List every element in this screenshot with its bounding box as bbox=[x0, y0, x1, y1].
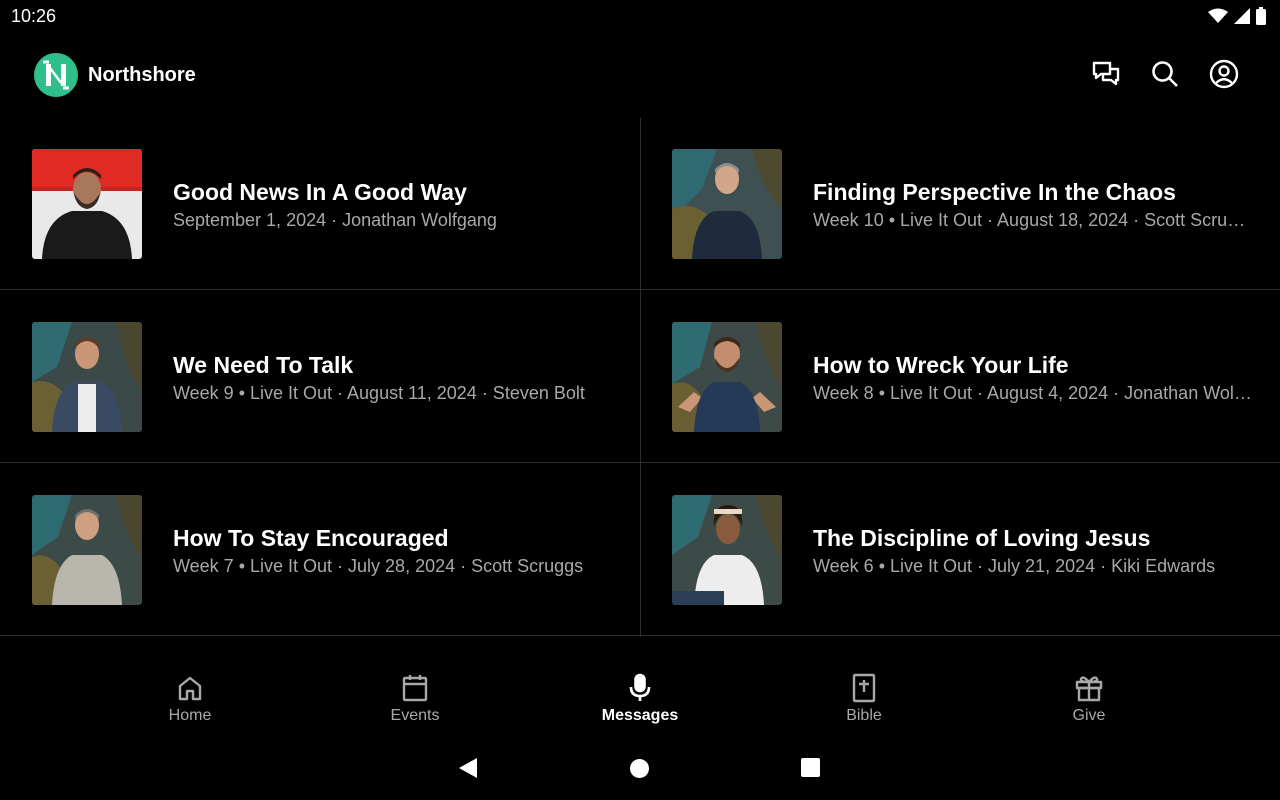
message-meta: Week 6 • Live It Out · July 21, 2024 · K… bbox=[813, 556, 1216, 576]
row-divider bbox=[0, 462, 1280, 463]
chat-button[interactable] bbox=[1090, 58, 1122, 90]
message-title: How to Wreck Your Life bbox=[813, 352, 1069, 378]
account-button[interactable] bbox=[1208, 58, 1240, 90]
message-thumbnail bbox=[32, 322, 142, 432]
search-button[interactable] bbox=[1149, 58, 1181, 90]
message-title: How To Stay Encouraged bbox=[173, 525, 449, 551]
nav-events[interactable]: Events bbox=[355, 673, 475, 725]
nav-label: Bible bbox=[846, 707, 882, 724]
messages-grid: Good News In A Good Way September 1, 202… bbox=[0, 118, 1280, 637]
message-thumbnail bbox=[672, 322, 782, 432]
system-recents-button[interactable] bbox=[800, 757, 821, 783]
row-divider bbox=[0, 289, 1280, 290]
message-meta: September 1, 2024 · Jonathan Wolfgang bbox=[173, 210, 497, 230]
nav-home[interactable]: Home bbox=[130, 673, 250, 725]
nav-label: Home bbox=[168, 707, 212, 724]
northshore-logo[interactable] bbox=[34, 53, 78, 97]
message-card[interactable]: We Need To Talk Week 9 • Live It Out · A… bbox=[0, 291, 640, 463]
message-card[interactable]: The Discipline of Loving Jesus Week 6 • … bbox=[640, 464, 1280, 636]
account-icon bbox=[1209, 59, 1239, 89]
message-thumbnail bbox=[32, 495, 142, 605]
calendar-icon bbox=[402, 675, 428, 702]
message-thumbnail bbox=[32, 149, 142, 259]
message-meta: Week 10 • Live It Out · August 18, 2024 … bbox=[813, 210, 1253, 230]
message-card[interactable]: Good News In A Good Way September 1, 202… bbox=[0, 118, 640, 290]
nav-messages[interactable]: Messages bbox=[580, 673, 700, 725]
wifi-icon bbox=[1208, 8, 1228, 23]
home-circle-icon bbox=[630, 759, 649, 778]
app-name: Northshore bbox=[88, 64, 196, 86]
app-bar: Northshore bbox=[0, 34, 1280, 118]
message-title: The Discipline of Loving Jesus bbox=[813, 525, 1151, 551]
battery-icon bbox=[1256, 7, 1266, 25]
status-bar: 10:26 bbox=[0, 0, 1280, 34]
chat-icon bbox=[1092, 61, 1120, 86]
microphone-icon bbox=[629, 673, 651, 701]
signal-icon bbox=[1234, 8, 1250, 24]
message-meta: Week 8 • Live It Out · August 4, 2024 · … bbox=[813, 383, 1253, 403]
message-card[interactable]: How to Wreck Your Life Week 8 • Live It … bbox=[640, 291, 1280, 463]
recents-square-icon bbox=[801, 758, 820, 777]
nav-give[interactable]: Give bbox=[1029, 673, 1149, 725]
message-meta: Week 9 • Live It Out · August 11, 2024 ·… bbox=[173, 383, 585, 403]
nav-bible[interactable]: Bible bbox=[804, 673, 924, 725]
message-thumbnail bbox=[672, 495, 782, 605]
logo-mark-icon bbox=[43, 60, 69, 90]
nav-label: Give bbox=[1072, 707, 1106, 724]
system-back-button[interactable] bbox=[458, 757, 478, 784]
row-divider bbox=[0, 635, 1280, 636]
messages-row: How To Stay Encouraged Week 7 • Live It … bbox=[0, 464, 1280, 636]
message-title: Finding Perspective In the Chaos bbox=[813, 179, 1176, 205]
nav-label: Messages bbox=[601, 707, 679, 724]
message-title: Good News In A Good Way bbox=[173, 179, 467, 205]
system-navigation-bar bbox=[0, 737, 1280, 800]
message-meta: Week 7 • Live It Out · July 28, 2024 · S… bbox=[173, 556, 584, 576]
status-time: 10:26 bbox=[11, 6, 57, 26]
nav-label: Events bbox=[390, 707, 440, 724]
message-thumbnail bbox=[672, 149, 782, 259]
back-triangle-icon bbox=[459, 758, 477, 778]
message-title: We Need To Talk bbox=[173, 352, 354, 378]
home-icon bbox=[178, 676, 202, 701]
system-home-button[interactable] bbox=[629, 758, 650, 784]
bottom-navigation: Home Events Messages Bible Give bbox=[0, 637, 1280, 737]
status-icons bbox=[1208, 7, 1266, 25]
messages-row: We Need To Talk Week 9 • Live It Out · A… bbox=[0, 291, 1280, 463]
message-card[interactable]: How To Stay Encouraged Week 7 • Live It … bbox=[0, 464, 640, 636]
message-card[interactable]: Finding Perspective In the Chaos Week 10… bbox=[640, 118, 1280, 290]
bible-icon bbox=[852, 673, 876, 703]
gift-icon bbox=[1075, 676, 1103, 702]
search-icon bbox=[1152, 61, 1178, 87]
messages-row: Good News In A Good Way September 1, 202… bbox=[0, 118, 1280, 290]
